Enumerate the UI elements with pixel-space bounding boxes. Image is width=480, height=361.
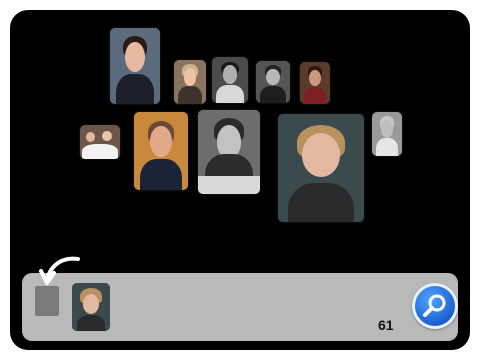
magnifier-icon: [423, 294, 446, 317]
photo-thumbnail[interactable]: [174, 60, 206, 104]
search-button[interactable]: [412, 283, 458, 329]
photo-thumbnail[interactable]: [278, 114, 364, 222]
selected-photo-thumbnail[interactable]: [72, 283, 110, 331]
result-count: 61: [378, 317, 394, 333]
photo-thumbnail[interactable]: [256, 61, 290, 103]
photo-thumbnail[interactable]: [198, 110, 260, 194]
photo-wall: 61: [10, 10, 470, 350]
photo-thumbnail[interactable]: [80, 125, 120, 159]
selection-tray: 61: [22, 256, 458, 341]
photo-thumbnail[interactable]: [212, 57, 248, 103]
photo-thumbnail[interactable]: [372, 112, 402, 156]
photo-thumbnail[interactable]: [300, 62, 330, 104]
photo-thumbnail[interactable]: [134, 112, 188, 190]
photo-thumbnail[interactable]: [110, 28, 160, 104]
